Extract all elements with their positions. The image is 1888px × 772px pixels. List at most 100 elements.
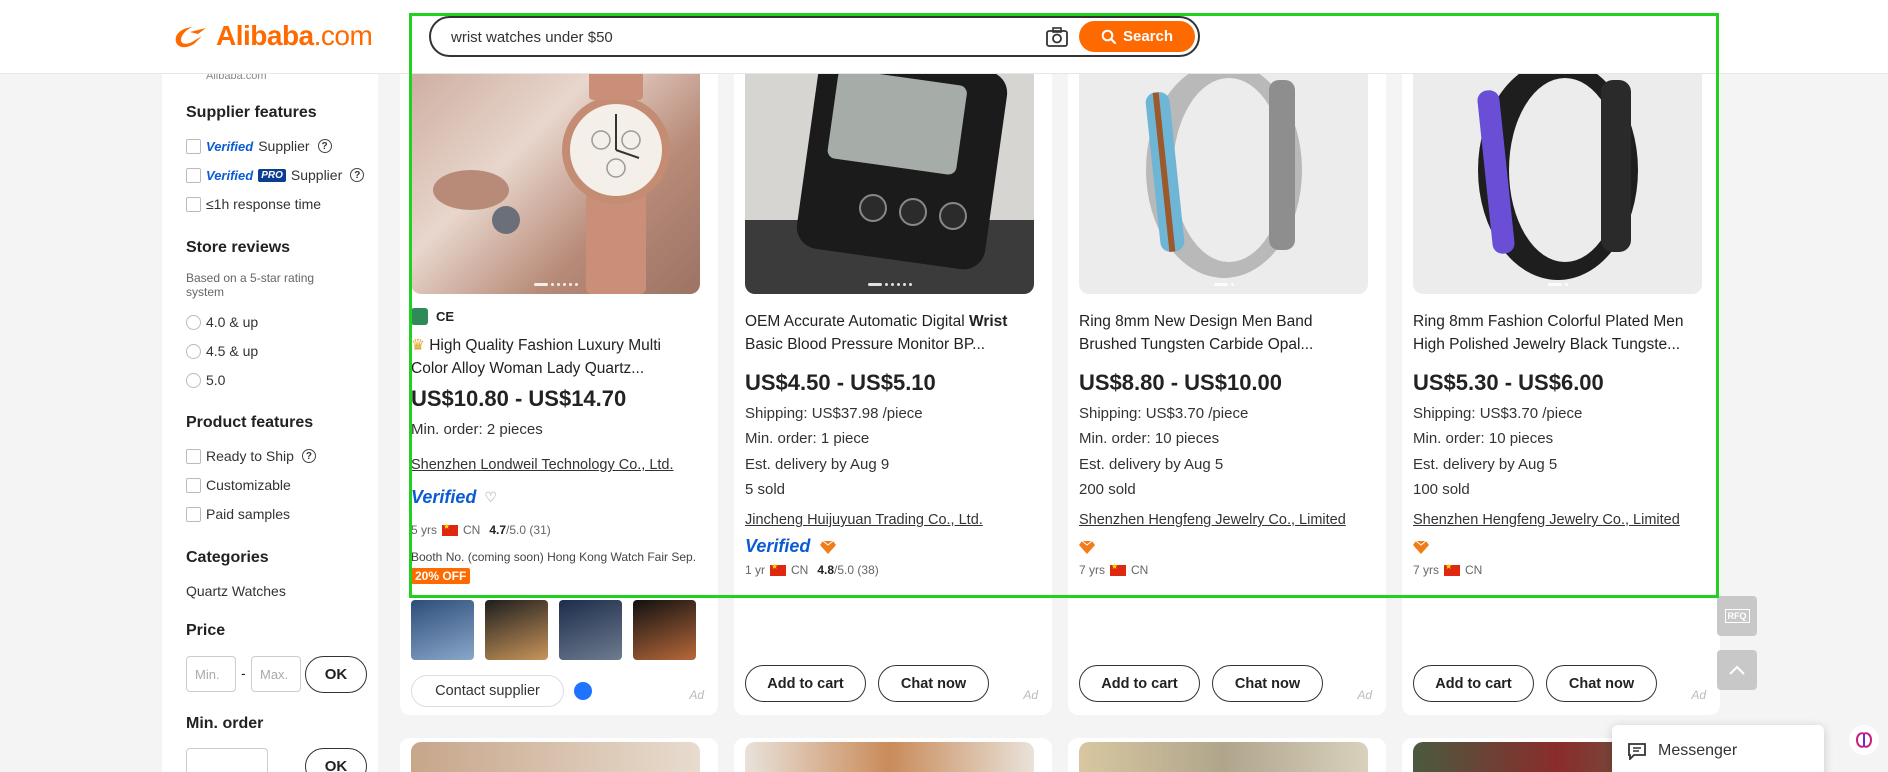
price-min-input[interactable]: Min. (186, 656, 236, 692)
ai-assistant-icon[interactable] (1848, 724, 1880, 756)
filter-customizable[interactable]: Customizable (186, 477, 291, 493)
checkbox[interactable] (186, 196, 201, 212)
supplier-link[interactable]: Shenzhen Hengfeng Jewelry Co., Limited (1413, 512, 1680, 528)
rfq-button[interactable]: RFQ (1717, 596, 1757, 636)
filter-verified-pro-supplier[interactable]: Verified PRO Supplier ? (186, 167, 365, 183)
min-order-input[interactable] (186, 748, 268, 772)
product-image[interactable] (411, 742, 700, 772)
rating-option[interactable]: 4.5 & up (186, 343, 258, 359)
filter-ready-to-ship[interactable]: Ready to Ship ? (186, 448, 316, 464)
product-card[interactable]: Ring 8mm New Design Men Band Brushed Tun… (1068, 40, 1386, 715)
camera-icon[interactable] (1045, 26, 1069, 48)
thumbnail[interactable] (633, 600, 696, 660)
product-image[interactable] (1413, 40, 1702, 294)
checkbox[interactable] (186, 506, 201, 522)
product-card[interactable] (400, 738, 718, 772)
checkbox[interactable] (186, 138, 201, 154)
radio[interactable] (186, 343, 201, 359)
product-title-text: OEM Accurate Automatic Digital (745, 313, 969, 330)
product-card[interactable]: CE ♛ High Quality Fashion Luxury Multi C… (400, 40, 718, 715)
thumbnail[interactable] (559, 600, 622, 660)
search-input[interactable]: wrist watches under $50 (451, 29, 613, 46)
diamond-outline-icon: ♡ (484, 489, 497, 505)
product-price: US$10.80 - US$14.70 (411, 386, 627, 411)
product-title[interactable]: OEM Accurate Automatic Digital Wrist Bas… (745, 310, 1035, 356)
chat-now-button[interactable]: Chat now (1546, 665, 1657, 702)
product-title[interactable]: Ring 8mm New Design Men Band Brushed Tun… (1079, 310, 1369, 356)
filter-paid-samples[interactable]: Paid samples (186, 506, 290, 522)
supplier-link[interactable]: Shenzhen Londweil Technology Co., Ltd. (411, 457, 674, 473)
supplier-country: CN (791, 563, 809, 577)
carousel-dots (1547, 283, 1568, 286)
product-title-text: High Quality Fashion Luxury Multi Color … (411, 337, 661, 377)
radio[interactable] (186, 314, 201, 330)
add-to-cart-button[interactable]: Add to cart (1413, 665, 1534, 702)
filter-verified-supplier[interactable]: Verified Supplier ? (186, 138, 332, 154)
supplier-link[interactable]: Jincheng Huijuyuan Trading Co., Ltd. (745, 512, 983, 528)
product-title-keyword: Wrist (968, 313, 1008, 330)
bp-monitor-image-icon (745, 50, 1034, 294)
add-to-cart-button[interactable]: Add to cart (745, 665, 866, 702)
back-to-top-button[interactable] (1717, 650, 1757, 690)
product-title[interactable]: Ring 8mm Fashion Colorful Plated Men Hig… (1413, 310, 1703, 356)
supplier-link[interactable]: Shenzhen Hengfeng Jewelry Co., Limited (1079, 512, 1346, 528)
radio[interactable] (186, 372, 201, 388)
search-button[interactable]: Search (1079, 21, 1195, 52)
rating-option[interactable]: 4.0 & up (186, 314, 258, 330)
delivery-estimate: Est. delivery by Aug 9 (745, 456, 890, 473)
product-card[interactable] (734, 738, 1052, 772)
help-icon[interactable]: ? (317, 139, 332, 153)
product-title[interactable]: ♛ High Quality Fashion Luxury Multi Colo… (411, 334, 701, 380)
product-image[interactable] (1079, 742, 1368, 772)
chat-now-button[interactable]: Chat now (878, 665, 989, 702)
ad-label: Ad (1691, 688, 1706, 702)
logo-suffix: .com (313, 20, 373, 51)
verified-badge: Verified (206, 138, 254, 154)
price-max-input[interactable]: Max. (251, 656, 301, 692)
china-flag-icon (770, 562, 787, 576)
cert-badges: CE (411, 308, 454, 325)
filter-label: Customizable (206, 477, 291, 493)
add-to-cart-button[interactable]: Add to cart (1079, 665, 1200, 702)
min-order-ok-button[interactable]: OK (305, 748, 367, 772)
contact-supplier-button[interactable]: Contact supplier (411, 675, 564, 707)
messenger-widget[interactable]: Messenger (1612, 725, 1824, 772)
ce-badge: CE (436, 309, 455, 324)
product-image[interactable] (745, 742, 1034, 772)
product-image[interactable] (745, 40, 1034, 294)
ad-label: Ad (1023, 688, 1038, 702)
filter-sidebar: Alibaba.com Supplier features Verified S… (162, 70, 378, 772)
alibaba-logo-icon (175, 27, 206, 48)
thumbnail[interactable] (485, 600, 548, 660)
shipping-cost: Shipping: US$3.70 /piece (1413, 405, 1583, 422)
rating-option[interactable]: 5.0 (186, 372, 225, 388)
chat-bubble-icon[interactable] (574, 682, 592, 700)
chat-now-button[interactable]: Chat now (1212, 665, 1323, 702)
category-link[interactable]: Quartz Watches (186, 583, 286, 599)
supplier-meta: 1 yr CN 4.8/5.0 (38) (745, 562, 879, 578)
checkbox[interactable] (186, 167, 201, 183)
carousel-dots (1213, 283, 1234, 286)
rating-label: 5.0 (206, 372, 226, 388)
sold-count: 100 sold (1413, 481, 1470, 498)
checkbox[interactable] (186, 448, 201, 464)
discount-badge: 20% OFF (411, 568, 471, 584)
product-card[interactable]: Ring 8mm Fashion Colorful Plated Men Hig… (1402, 40, 1720, 715)
product-card[interactable]: OEM Accurate Automatic Digital Wrist Bas… (734, 40, 1052, 715)
thumbnail[interactable] (411, 600, 474, 660)
price-ok-button[interactable]: OK (305, 656, 367, 693)
product-image[interactable] (411, 40, 700, 294)
filter-response-time[interactable]: ≤1h response time (186, 196, 321, 212)
help-icon[interactable]: ? (350, 168, 365, 182)
help-icon[interactable]: ? (301, 449, 316, 463)
search-bar[interactable]: wrist watches under $50 Search (429, 16, 1200, 57)
supplier-years: 1 yr (745, 563, 766, 577)
eco-leaf-icon (411, 308, 428, 325)
shipping-cost: Shipping: US$37.98 /piece (745, 405, 923, 422)
alibaba-logo[interactable]: Alibaba .com (172, 20, 373, 52)
price-separator: - (241, 665, 246, 681)
thumbnail-strip (411, 600, 696, 660)
product-card[interactable] (1068, 738, 1386, 772)
product-image[interactable] (1079, 40, 1368, 294)
checkbox[interactable] (186, 477, 201, 493)
